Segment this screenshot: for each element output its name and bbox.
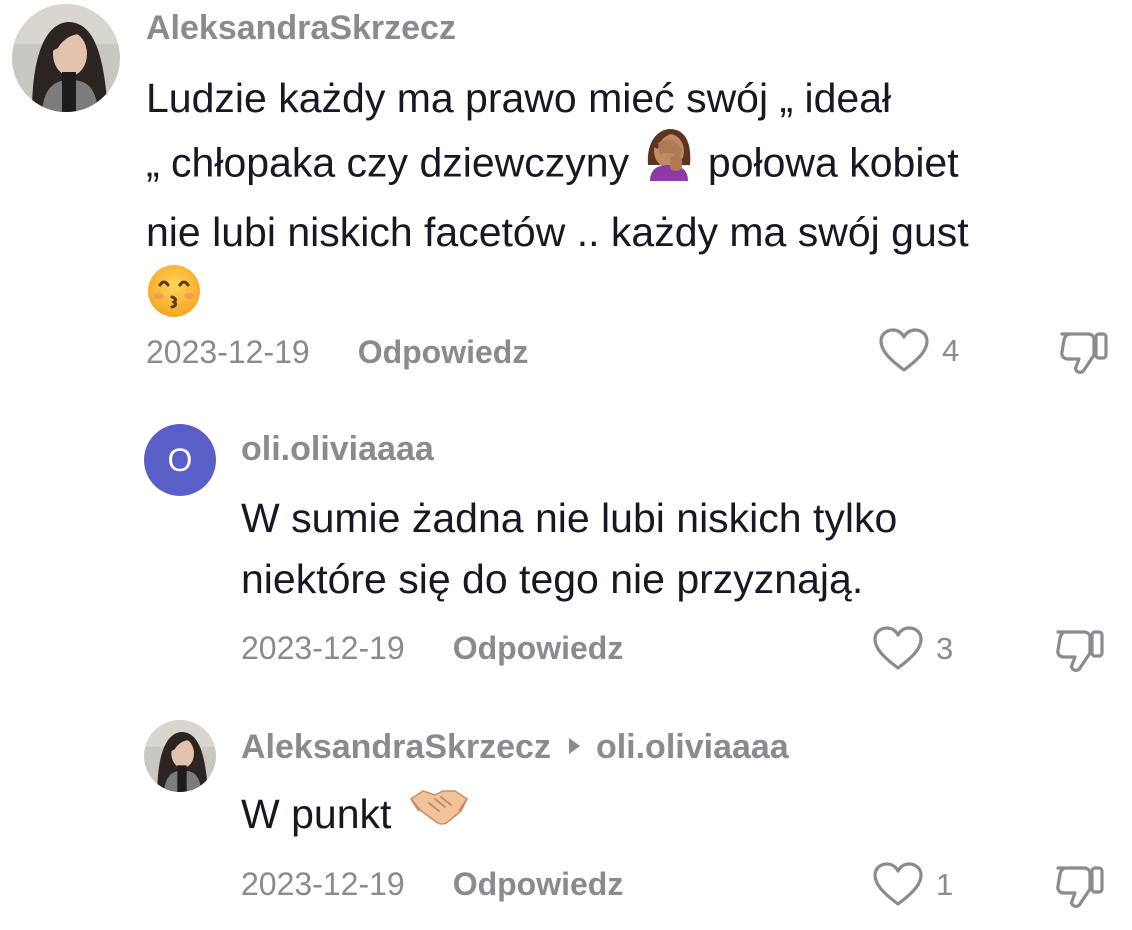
like-count: 4	[942, 333, 960, 368]
comment-text-line	[146, 263, 1126, 336]
comment-text-line: Ludzie każdy ma prawo mieć swój „ ideał	[146, 75, 892, 121]
avatar[interactable]	[12, 4, 120, 112]
thumbs-down-outline-icon	[1060, 332, 1108, 374]
comment-meta: 2023-12-19 Odpowiedz	[146, 334, 528, 371]
thumbs-down-outline-icon	[1056, 866, 1104, 908]
comment-text-fragment: W punkt	[241, 791, 392, 837]
comment-text: W punkt	[241, 784, 469, 850]
heart-outline-icon	[873, 626, 923, 670]
comment-text-fragment: połowa kobiet	[707, 139, 959, 186]
comment-username[interactable]: AleksandraSkrzecz	[146, 9, 456, 48]
comment-text-line: „ chłopaka czy dziewczyny połowa kobiet	[146, 129, 1126, 202]
like-count: 3	[936, 631, 954, 666]
comment-text-fragment: „ chłopaka czy dziewczyny	[146, 139, 630, 186]
comment-meta: 2023-12-19 Odpowiedz	[241, 630, 623, 667]
reply-arrow-icon	[568, 738, 580, 755]
handshake-emoji-icon	[409, 781, 469, 846]
dislike-button[interactable]	[1054, 860, 1106, 917]
avatar[interactable]	[144, 720, 216, 792]
avatar-photo	[144, 720, 216, 792]
reply-to-username[interactable]: oli.oliviaaaa	[596, 728, 789, 766]
like-count: 1	[936, 867, 954, 902]
reply-item: AleksandraSkrzecz oli.oliviaaaa W punkt 2…	[0, 700, 1132, 930]
reply-button[interactable]: Odpowiedz	[358, 334, 529, 370]
comment-date: 2023-12-19	[241, 630, 405, 666]
dislike-button[interactable]	[1058, 326, 1110, 383]
comment-text-line: nie lubi niskich facetów .. każdy ma swó…	[146, 209, 969, 255]
dislike-button[interactable]	[1054, 624, 1106, 681]
comment-text: W sumie żadna nie lubi niskich tylko nie…	[241, 488, 1121, 610]
comment-username[interactable]: oli.oliviaaaa	[241, 430, 434, 469]
comment-text-line: W sumie żadna nie lubi niskich tylko	[241, 495, 898, 541]
heart-outline-icon	[879, 328, 929, 372]
reply-item: O oli.oliviaaaa W sumie żadna nie lubi n…	[0, 400, 1132, 700]
comment-item: AleksandraSkrzecz Ludzie każdy ma prawo …	[0, 0, 1132, 400]
comment-date: 2023-12-19	[241, 866, 405, 902]
avatar-photo	[12, 4, 120, 112]
heart-outline-icon	[873, 862, 923, 906]
like-button[interactable]: 4	[878, 328, 959, 374]
reply-button[interactable]: Odpowiedz	[453, 866, 624, 902]
kissing-smiling-eyes-emoji-icon	[146, 263, 202, 336]
comment-meta: 2023-12-19 Odpowiedz	[241, 866, 623, 903]
like-button[interactable]: 1	[872, 862, 953, 908]
like-button[interactable]: 3	[872, 626, 953, 672]
woman-facepalming-emoji-icon	[640, 125, 696, 198]
comment-text-line: niektóre się do tego nie przyznają.	[241, 556, 864, 602]
comment-username[interactable]: AleksandraSkrzecz	[241, 728, 551, 766]
comment-username-row: AleksandraSkrzecz oli.oliviaaaa	[241, 728, 789, 767]
comment-text: Ludzie każdy ma prawo mieć swój „ ideał …	[146, 68, 1126, 336]
reply-button[interactable]: Odpowiedz	[453, 630, 624, 666]
comment-date: 2023-12-19	[146, 334, 310, 370]
avatar[interactable]: O	[144, 424, 216, 496]
thumbs-down-outline-icon	[1056, 630, 1104, 672]
